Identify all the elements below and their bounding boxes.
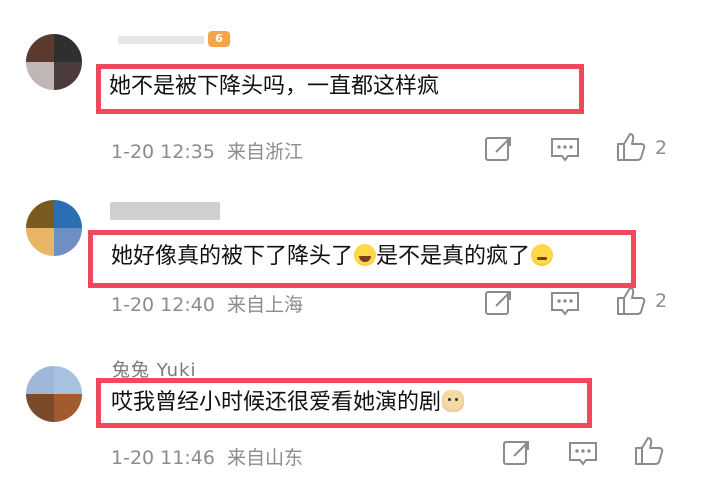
comment-time: 1-20 11:46: [111, 447, 215, 469]
avatar[interactable]: [26, 34, 82, 90]
username-hidden: [118, 36, 204, 44]
like-count: 2: [655, 137, 668, 159]
thumbs-up-icon[interactable]: [632, 434, 666, 468]
comment-text: 哎我曾经小时候还很爱看她演的剧: [111, 388, 465, 418]
comment-icon[interactable]: [548, 286, 582, 320]
avatar[interactable]: [26, 366, 82, 422]
comment-item: 兔兔 Yuki 哎我曾经小时候还很爱看她演的剧 1-20 11:46 来自山东: [0, 340, 708, 496]
dog-emoji-icon: [442, 390, 465, 412]
comment-text: 她不是被下降头吗，一直都这样疯: [109, 74, 440, 99]
crazy-face-emoji-icon: [531, 244, 554, 266]
comment-location: 来自山东: [226, 447, 303, 469]
comment-icon[interactable]: [548, 132, 582, 166]
vip-badge-icon: 6: [208, 31, 230, 47]
comment-item: 6 她不是被下降头吗，一直都这样疯 1-20 12:35 来自浙江 2: [0, 0, 708, 180]
comment-location: 来自浙江: [226, 141, 303, 163]
comment-meta: 1-20 11:46 来自山东: [111, 443, 303, 470]
like-count: 2: [655, 290, 668, 312]
comment-meta: 1-20 12:35 来自浙江: [111, 137, 303, 164]
laughing-crying-emoji-icon: [354, 244, 377, 266]
repost-icon[interactable]: [482, 132, 516, 166]
comment-text: 她好像真的被下了降头了 是不是真的疯了: [111, 242, 554, 272]
comment-icon[interactable]: [566, 436, 600, 470]
repost-icon[interactable]: [482, 286, 516, 320]
comment-text-main: 哎我曾经小时候还很爱看她演的剧: [111, 390, 442, 415]
avatar[interactable]: [26, 200, 82, 256]
username-hidden: [110, 202, 220, 220]
comment-meta: 1-20 12:40 来自上海: [111, 290, 303, 317]
repost-icon[interactable]: [500, 436, 534, 470]
comment-text-part1: 她好像真的被下了降头了: [111, 244, 354, 269]
comment-time: 1-20 12:40: [111, 294, 215, 316]
thumbs-up-icon[interactable]: [614, 284, 648, 318]
comment-location: 来自上海: [226, 294, 303, 316]
comment-item: 她好像真的被下了降头了 是不是真的疯了 1-20 12:40 来自上海 2: [0, 180, 708, 340]
comment-time: 1-20 12:35: [111, 141, 215, 163]
thumbs-up-icon[interactable]: [614, 130, 648, 164]
comment-text-part2: 是不是真的疯了: [376, 244, 531, 269]
